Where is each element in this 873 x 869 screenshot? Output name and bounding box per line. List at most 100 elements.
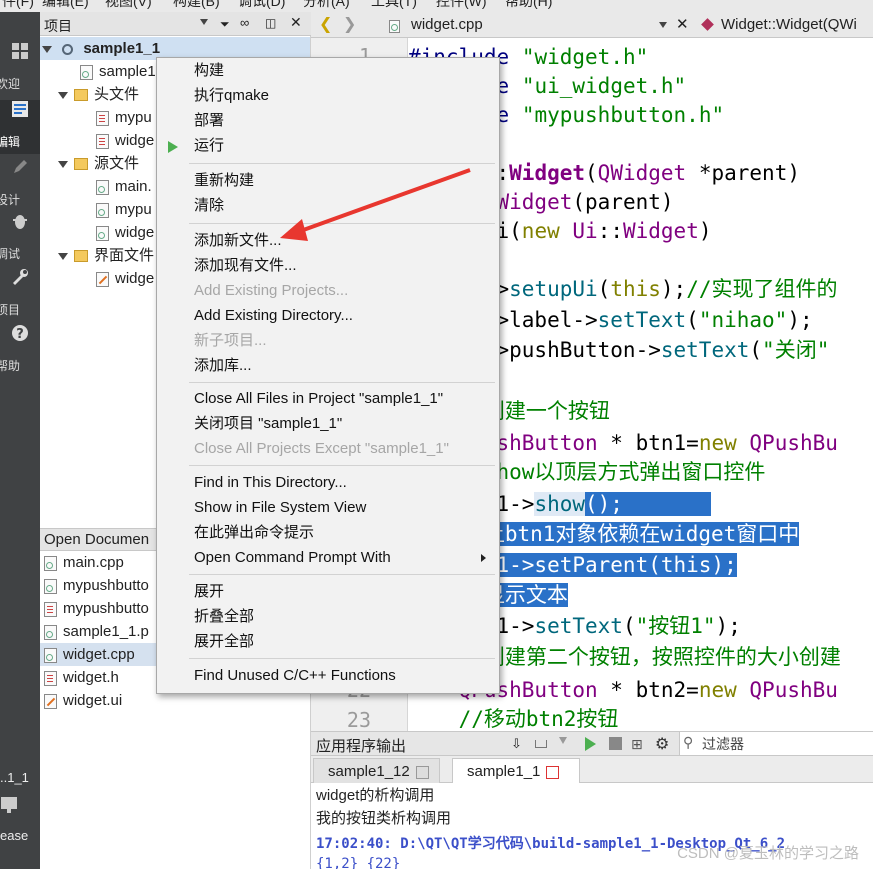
tree-item[interactable]: widge — [96, 129, 154, 152]
menu-item-label: 添加库... — [194, 357, 252, 374]
menu-item-close-all-projects-except: Close All Projects Except "sample1_1" — [158, 437, 498, 461]
close-icon[interactable] — [415, 765, 429, 779]
menu-item-add-new-file[interactable]: 添加新文件... — [158, 229, 498, 253]
header-file-icon — [44, 601, 57, 617]
menu-help[interactable]: 帮助(H) — [505, 0, 552, 11]
file-icon — [389, 17, 406, 34]
pro-file-icon — [44, 624, 57, 640]
tree-folder-forms[interactable]: 界面文件 — [58, 244, 154, 267]
run-icon — [168, 141, 178, 153]
menu-item-add-library[interactable]: 添加库... — [158, 354, 498, 378]
mode-projects[interactable]: 项目 — [0, 268, 40, 322]
menu-item-expand-all[interactable]: 展开全部 — [158, 630, 498, 654]
close-icon[interactable]: ✕ — [290, 14, 302, 31]
mode-welcome[interactable]: 欢迎 — [0, 42, 40, 96]
pencil-icon — [14, 160, 27, 173]
menu-item-label: 清除 — [194, 197, 225, 214]
menu-view[interactable]: 视图(V) — [105, 0, 152, 11]
split-icon[interactable]: ◫ — [265, 16, 276, 30]
menu-item-collapse-all[interactable]: 折叠全部 — [158, 605, 498, 629]
run-down-icon[interactable] — [559, 737, 567, 744]
folder-icon — [74, 250, 88, 263]
menu-item-open-command-prompt-with[interactable]: Open Command Prompt With — [158, 546, 498, 570]
line-number: 23 — [346, 708, 371, 732]
menu-item-deploy[interactable]: 部署 — [158, 109, 498, 133]
chevron-down-icon[interactable] — [200, 19, 208, 25]
menu-item-rebuild[interactable]: 重新构建 — [158, 169, 498, 193]
chevron-down-icon[interactable] — [58, 160, 68, 168]
tree-label: main. — [115, 178, 152, 195]
current-file-combo[interactable]: widget.cpp — [411, 16, 483, 33]
tree-folder-sources[interactable]: 源文件 — [58, 152, 139, 175]
menu-controls[interactable]: 控件(W) — [436, 0, 487, 11]
tree-item[interactable]: sample1 — [80, 60, 156, 83]
menu-item-find-in-directory[interactable]: Find in This Directory... — [158, 471, 498, 495]
menu-item-find-unused-functions[interactable]: Find Unused C/C++ Functions — [158, 664, 498, 688]
symbol-combo[interactable]: Widget::Widget(QWi — [721, 16, 857, 33]
menu-item-add-existing-files[interactable]: 添加现有文件... — [158, 254, 498, 278]
chevron-down-icon[interactable] — [58, 91, 68, 99]
tree-label: 界面文件 — [94, 247, 155, 264]
menu-item-add-existing-directory[interactable]: Add Existing Directory... — [158, 304, 498, 328]
forward-icon[interactable]: ❯ — [343, 14, 356, 34]
menu-item-label: 展开全部 — [194, 633, 255, 650]
filter-input[interactable]: 过滤器 — [702, 734, 744, 754]
stop-icon[interactable] — [609, 737, 622, 750]
mode-debug[interactable]: 调试 — [0, 212, 40, 266]
output-tab[interactable]: sample1_12 — [313, 758, 440, 783]
output-header: 应用程序输出 ⇩ ⊞ ⚙ ⚲ 过滤器 — [311, 731, 873, 756]
link-icon[interactable]: ∞ — [240, 15, 249, 30]
menu-item-label: 运行 — [194, 137, 225, 154]
tree-label: 头文件 — [94, 86, 140, 103]
svg-text:?: ? — [16, 327, 24, 342]
menu-item-expand[interactable]: 展开 — [158, 580, 498, 604]
tree-item[interactable]: widge — [96, 221, 154, 244]
tree-item[interactable]: mypu — [96, 106, 152, 129]
filter-box[interactable]: ⚲ 过滤器 — [679, 732, 873, 755]
mode-edit[interactable]: 编辑 — [0, 100, 40, 154]
menu-item-open-command-prompt-here[interactable]: 在此弹出命令提示 — [158, 521, 498, 545]
menu-item-close-all-files[interactable]: Close All Files in Project "sample1_1" — [158, 387, 498, 411]
menu-item-label: 重新构建 — [194, 172, 255, 189]
attach-icon[interactable]: ⇩ — [511, 736, 522, 752]
tray-icon[interactable] — [535, 740, 547, 748]
output-line: 我的按钮类析构调用 — [316, 810, 452, 827]
menu-debug[interactable]: 调试(D) — [238, 0, 285, 11]
pro-file-icon — [80, 64, 93, 80]
back-icon[interactable]: ❮ — [319, 14, 332, 34]
run-icon[interactable] — [585, 737, 596, 751]
menu-analyze[interactable]: 分析(A) — [303, 0, 350, 11]
menu-item-build[interactable]: 构建 — [158, 59, 498, 83]
close-document-icon[interactable]: ✕ — [676, 15, 689, 33]
tree-item[interactable]: widge — [96, 267, 154, 290]
chevron-down-icon[interactable] — [42, 45, 52, 53]
output-tab-active[interactable]: sample1_1 — [452, 758, 580, 783]
menu-item-run[interactable]: 运行 — [158, 134, 498, 158]
tree-item[interactable]: main. — [96, 175, 152, 198]
kit-project-label[interactable]: ..1_1 — [0, 770, 29, 785]
monitor-icon[interactable] — [0, 796, 22, 820]
menu-build[interactable]: 构建(B) — [173, 0, 220, 11]
chevron-down-icon[interactable] — [659, 22, 667, 28]
filter-icon[interactable]: ⏷ — [220, 17, 230, 32]
mode-help[interactable]: ? 帮助 — [0, 324, 40, 378]
tree-item[interactable]: mypu — [96, 198, 152, 221]
close-icon[interactable] — [546, 765, 560, 779]
menu-edit[interactable]: 编辑(E) — [42, 0, 89, 11]
tree-folder-headers[interactable]: 头文件 — [58, 83, 139, 106]
menu-item-show-in-file-system[interactable]: Show in File System View — [158, 496, 498, 520]
menu-file[interactable]: 件(F) — [2, 0, 34, 11]
menu-item-run-qmake[interactable]: 执行qmake — [158, 84, 498, 108]
open-document-label: main.cpp — [63, 554, 124, 571]
menu-item-close-project[interactable]: 关闭项目 "sample1_1" — [158, 412, 498, 436]
plus-icon[interactable]: ⊞ — [631, 736, 643, 753]
chevron-down-icon[interactable] — [58, 252, 68, 260]
kit-build-label[interactable]: ease — [0, 828, 28, 843]
mode-design[interactable]: 设计 — [0, 158, 40, 212]
mode-label: 编辑 — [0, 135, 21, 149]
menu-item-label: 添加现有文件... — [194, 257, 297, 274]
menu-item-clean[interactable]: 清除 — [158, 194, 498, 218]
menu-item-label: Find Unused C/C++ Functions — [194, 667, 396, 684]
gear-icon[interactable]: ⚙ — [655, 734, 669, 754]
menu-tools[interactable]: 工具(T) — [371, 0, 417, 11]
